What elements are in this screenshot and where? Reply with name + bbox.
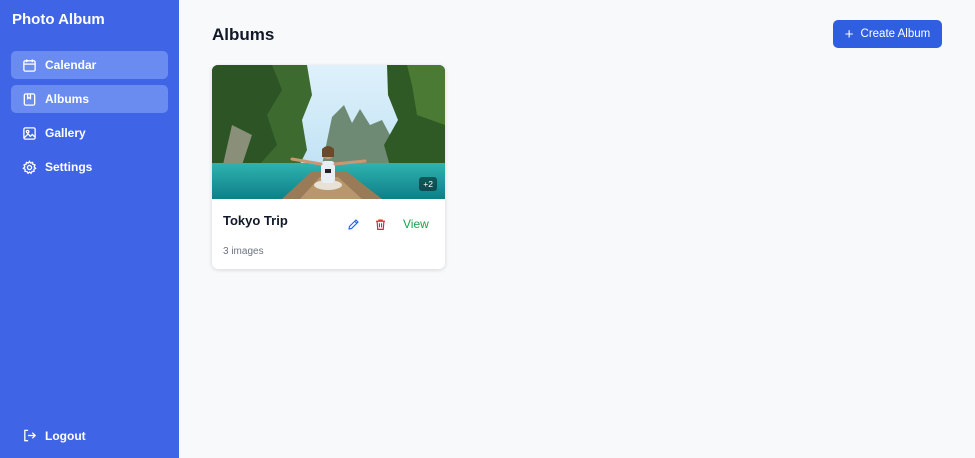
more-images-badge: +2 xyxy=(419,177,437,191)
gear-icon xyxy=(22,159,37,175)
trash-icon[interactable] xyxy=(374,218,387,231)
sidebar-nav: Calendar Albums Gallery Settings xyxy=(11,51,168,187)
create-album-label: Create Album xyxy=(860,28,931,40)
logout-label: Logout xyxy=(45,428,86,443)
image-icon xyxy=(22,126,37,141)
sidebar-item-gallery[interactable]: Gallery xyxy=(11,119,168,147)
create-album-button[interactable]: + Create Album xyxy=(833,20,942,48)
sidebar-item-label: Gallery xyxy=(45,126,86,140)
plus-icon: + xyxy=(844,25,854,43)
sidebar-item-settings[interactable]: Settings xyxy=(11,153,168,181)
sidebar-item-label: Settings xyxy=(45,160,93,174)
album-card[interactable]: +2 Tokyo Trip View 3 images xyxy=(212,65,445,269)
album-icon xyxy=(22,92,37,107)
album-image-count: 3 images xyxy=(223,246,264,257)
calendar-icon xyxy=(22,58,37,73)
view-album-link[interactable]: View xyxy=(403,217,429,231)
sidebar-item-calendar[interactable]: Calendar xyxy=(11,51,168,79)
logout-icon xyxy=(22,428,37,443)
logout-button[interactable]: Logout xyxy=(22,428,86,443)
sidebar: Photo Album Calendar Albums Gallery Sett… xyxy=(0,0,179,458)
sidebar-item-albums[interactable]: Albums xyxy=(11,85,168,113)
sidebar-item-label: Calendar xyxy=(45,58,97,72)
album-title: Tokyo Trip xyxy=(223,213,288,228)
sidebar-item-label: Albums xyxy=(45,92,90,106)
page-title: Albums xyxy=(212,25,275,44)
app-title: Photo Album xyxy=(12,11,105,28)
pencil-icon[interactable] xyxy=(347,218,360,231)
album-cover-image[interactable]: +2 xyxy=(212,65,445,199)
